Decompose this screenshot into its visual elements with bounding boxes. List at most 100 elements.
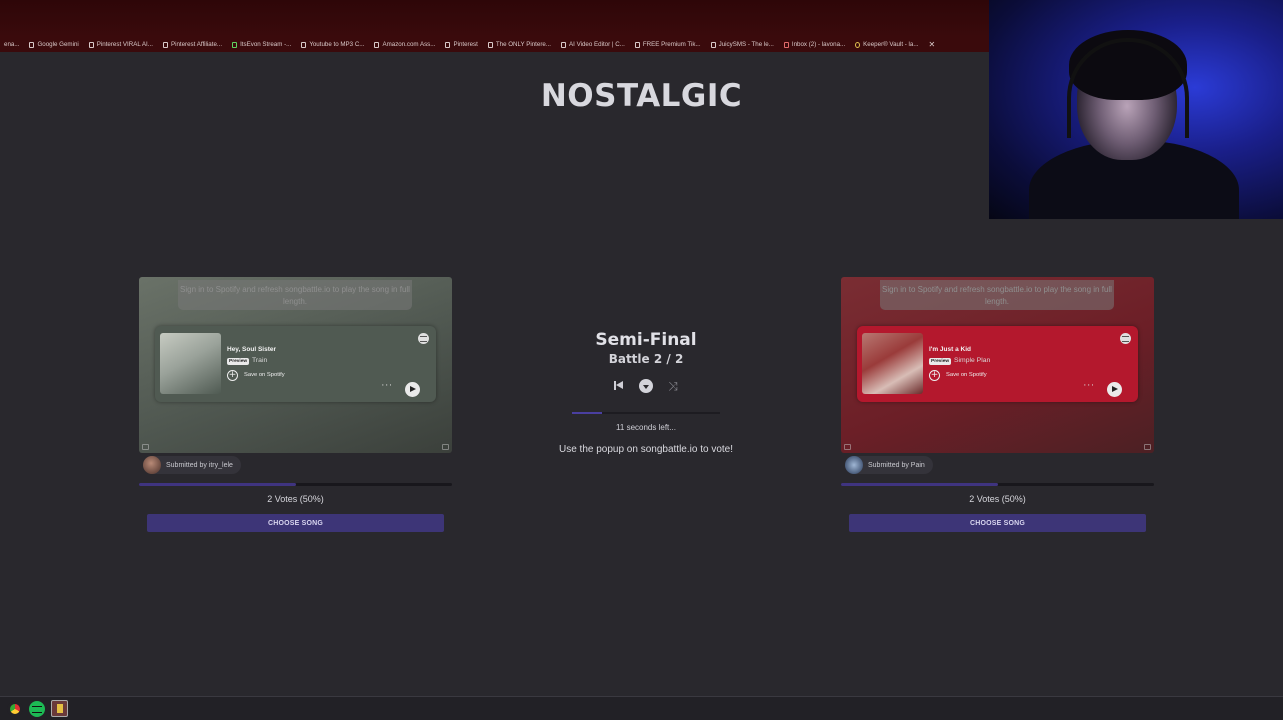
more-options-icon[interactable]: ···: [1083, 381, 1095, 391]
bookmark-5[interactable]: Youtube to MP3 C...: [297, 41, 370, 48]
album-art: [862, 333, 923, 394]
image-icon[interactable]: [442, 444, 449, 450]
timer-progress-bar: [572, 412, 720, 414]
doc-icon: [634, 41, 640, 48]
votes-count-right: 2 Votes (50%): [969, 494, 1026, 504]
bookmark-label: FREE Premium Tik...: [642, 41, 701, 48]
chrome-icon[interactable]: [7, 700, 23, 717]
song-card-right: Sign in to Spotify and refresh songbattl…: [841, 277, 1154, 453]
song-title[interactable]: I'm Just a Kid: [929, 346, 971, 353]
expand-icon[interactable]: [142, 444, 149, 450]
avatar: [143, 456, 161, 474]
app-icon[interactable]: [51, 700, 68, 717]
bookmark-1[interactable]: Google Gemini: [25, 41, 84, 48]
save-on-spotify[interactable]: Save on Spotify: [946, 372, 987, 378]
bookmark-label: ItsEvon Stream -...: [240, 41, 292, 48]
spotify-logo-icon[interactable]: [1120, 333, 1131, 344]
bookmark-12[interactable]: Inbox (2) - lavona...: [780, 41, 851, 48]
bookmark-6[interactable]: Amazon.com Ass...: [370, 41, 441, 48]
download-icon[interactable]: [639, 379, 653, 393]
doc-icon: [29, 41, 35, 48]
play-icon[interactable]: [405, 382, 420, 397]
vote-bar-fill: [841, 483, 998, 486]
doc-icon: [374, 41, 380, 48]
spotify-sign-in-hint: Sign in to Spotify and refresh songbattl…: [880, 280, 1114, 310]
bookmark-label: Google Gemini: [37, 41, 79, 48]
timer-progress-fill: [572, 412, 602, 414]
bookmark-label: Amazon.com Ass...: [382, 41, 436, 48]
bookmark-13[interactable]: Keeper® Vault - la...: [851, 41, 924, 48]
doc-icon: [88, 41, 94, 48]
play-icon[interactable]: [1107, 382, 1122, 397]
bookmarks-bar: ena... Google Gemini Pinterest VIRAL AI.…: [0, 37, 990, 52]
bookmark-label: Pinterest VIRAL AI...: [96, 41, 153, 48]
spotify-sign-in-hint: Sign in to Spotify and refresh songbattl…: [178, 280, 412, 310]
mail-icon: [783, 41, 789, 48]
playback-controls: ⤨: [612, 378, 680, 394]
battle-number: Battle 2 / 2: [608, 352, 684, 366]
bookmark-label: Pinterest: [453, 41, 478, 48]
image-icon[interactable]: [1144, 444, 1151, 450]
expand-icon[interactable]: [844, 444, 851, 450]
bookmark-label: ena...: [4, 41, 20, 48]
bookmark-8[interactable]: The ONLY Pintere...: [484, 41, 557, 48]
plus-circle-icon[interactable]: +: [929, 370, 940, 381]
bookmark-label: Inbox (2) - lavona...: [791, 41, 846, 48]
bookmark-label: JuicySMS - The le...: [718, 41, 774, 48]
submitted-by-label: Submitted by itry_lele: [166, 461, 233, 469]
bookmark-3[interactable]: Pinterest Affiliate...: [159, 41, 228, 48]
plus-circle-icon[interactable]: +: [227, 370, 238, 381]
doc-icon: [561, 41, 566, 48]
bookmark-9[interactable]: AI Video Editor | C...: [557, 41, 631, 48]
preview-badge: Preview: [929, 358, 952, 365]
bookmark-label: The ONLY Pintere...: [495, 41, 551, 48]
stage-title: Semi-Final: [595, 330, 697, 350]
avatar: [845, 456, 863, 474]
doc-icon: [710, 41, 716, 48]
spotify-icon[interactable]: [29, 700, 45, 717]
album-art: [160, 333, 221, 394]
choose-song-button-right[interactable]: CHOOSE SONG: [849, 514, 1146, 532]
bookmark-label: Keeper® Vault - la...: [863, 41, 919, 48]
more-options-icon[interactable]: ···: [381, 381, 393, 391]
bookmark-11[interactable]: JuicySMS - The le...: [707, 41, 780, 48]
spotify-embed[interactable]: Hey, Soul Sister Preview Train + Save on…: [155, 326, 436, 402]
bookmark-label: Pinterest Affiliate...: [170, 41, 223, 48]
shuffle-icon[interactable]: ⤨: [666, 379, 680, 393]
doc-icon: [232, 41, 238, 48]
bookmark-4[interactable]: ItsEvon Stream -...: [228, 41, 297, 48]
votes-count-left: 2 Votes (50%): [267, 494, 324, 504]
song-card-left: Sign in to Spotify and refresh songbattl…: [139, 277, 452, 453]
vote-bar-fill: [139, 483, 296, 486]
vote-bar-right: [841, 483, 1154, 486]
save-on-spotify[interactable]: Save on Spotify: [244, 372, 285, 378]
submitted-by: Submitted by itry_lele: [143, 456, 241, 474]
submitted-by-label: Submitted by Pain: [868, 461, 925, 469]
spotify-embed[interactable]: I'm Just a Kid Preview Simple Plan + Sav…: [857, 326, 1138, 402]
doc-icon: [487, 41, 493, 48]
song-title[interactable]: Hey, Soul Sister: [227, 346, 276, 353]
bookmark-x[interactable]: ✕: [925, 40, 942, 49]
taskbar: [0, 696, 1283, 720]
preview-badge: Preview: [227, 358, 250, 365]
vote-instructions: Use the popup on songbattle.io to vote!: [558, 444, 733, 455]
browser-top-bar: [0, 0, 990, 37]
battle-status: Semi-Final Battle 2 / 2 ⤨ 11 seconds lef…: [520, 330, 772, 455]
timer-text: 11 seconds left...: [616, 423, 676, 432]
bookmark-0[interactable]: ena...: [0, 41, 25, 48]
bookmark-label: AI Video Editor | C...: [569, 41, 625, 48]
choose-song-button-left[interactable]: CHOOSE SONG: [147, 514, 444, 532]
keeper-icon: [855, 41, 861, 48]
vote-bar-left: [139, 483, 452, 486]
spotify-logo-icon[interactable]: [418, 333, 429, 344]
bookmark-10[interactable]: FREE Premium Tik...: [631, 41, 707, 48]
song-artist[interactable]: Simple Plan: [954, 357, 990, 364]
doc-icon: [445, 41, 451, 48]
doc-icon: [301, 41, 307, 48]
song-artist[interactable]: Train: [252, 357, 267, 364]
bookmark-7[interactable]: Pinterest: [441, 41, 483, 48]
bookmark-2[interactable]: Pinterest VIRAL AI...: [85, 41, 159, 48]
page-title: NOSTALGIC: [540, 78, 743, 114]
previous-icon[interactable]: [612, 379, 626, 393]
doc-icon: [162, 41, 168, 48]
